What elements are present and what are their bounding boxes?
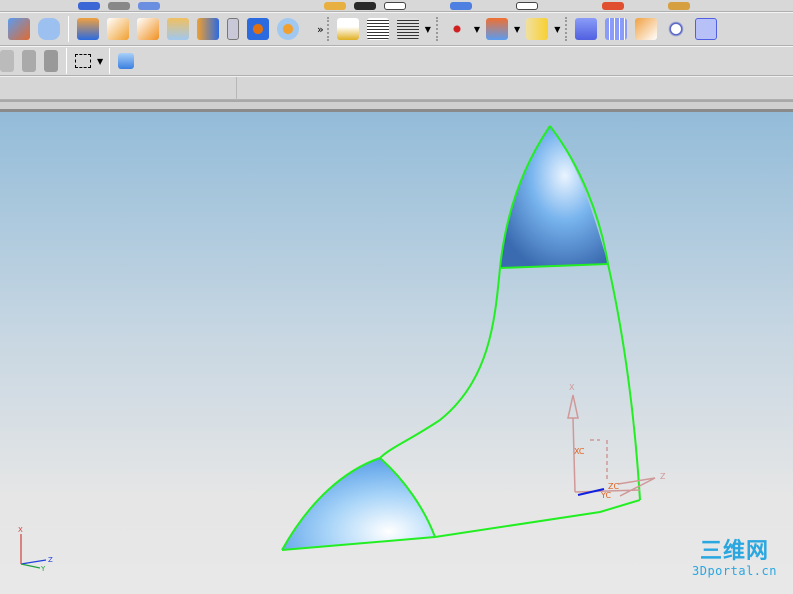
wcs-x-label: X xyxy=(569,383,575,392)
wcs-xc-label: XC xyxy=(574,447,585,456)
wcs-zc-label: ZC xyxy=(608,482,619,491)
wcs-triad xyxy=(567,394,656,497)
watermark-en: 3Dportal.cn xyxy=(692,564,777,578)
top-cap-surface xyxy=(500,126,608,268)
triad-y-label: Y xyxy=(40,565,46,573)
triad-z-label: Z xyxy=(48,556,53,564)
watermark: 三维网 3Dportal.cn xyxy=(692,539,777,579)
wcs-z-label: Z xyxy=(660,472,666,481)
triad-x-label: X xyxy=(18,526,23,534)
model-geometry: X XC ZC YC Z X Z Y xyxy=(18,125,666,573)
watermark-cn: 三维网 xyxy=(699,539,769,564)
wcs-yc-label: YC xyxy=(600,491,611,500)
bottom-cap-surface xyxy=(282,458,435,550)
view-triad: X Z Y xyxy=(18,526,53,573)
